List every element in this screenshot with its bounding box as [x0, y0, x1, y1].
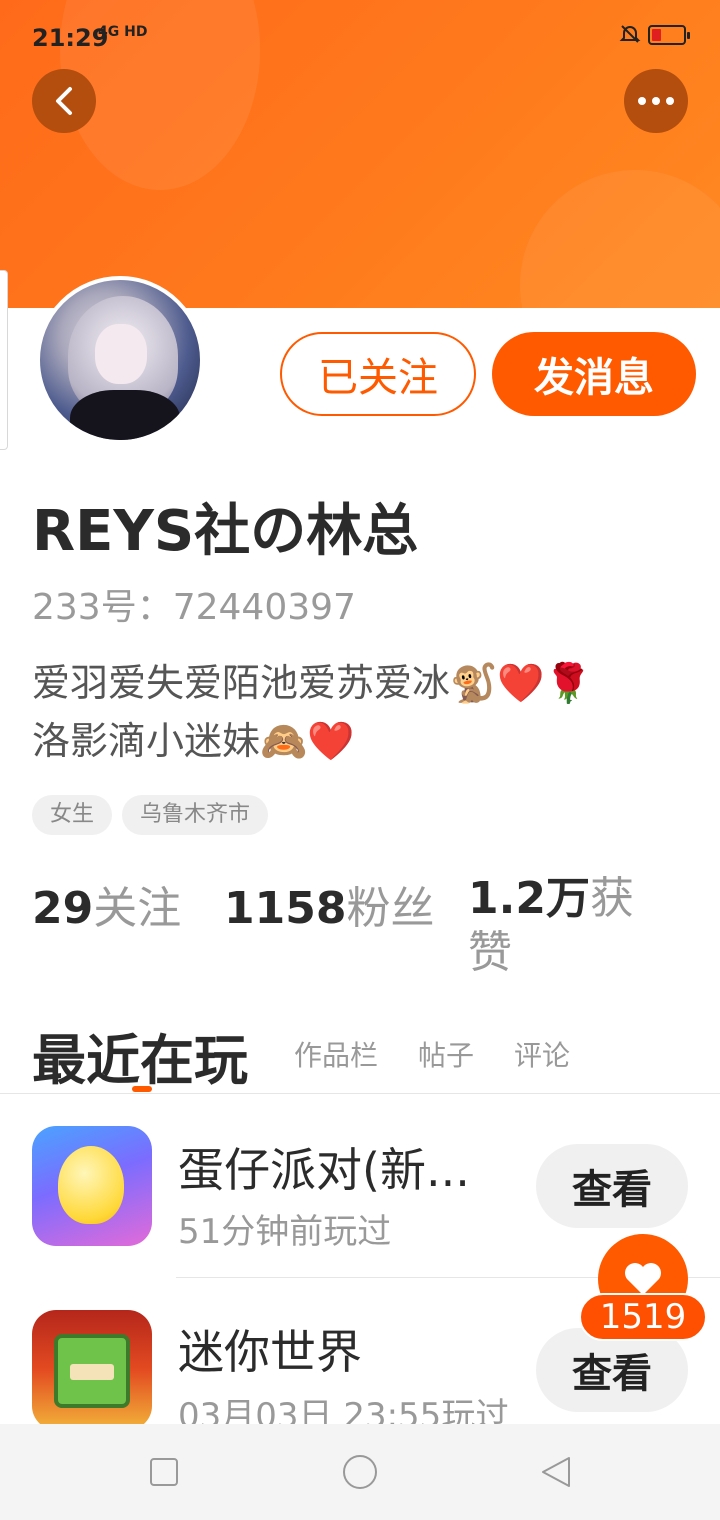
bio-line: 爱羽爱失爱陌池爱苏爱冰🐒❤️🌹 — [32, 661, 592, 705]
bio-line: 洛影滴小迷妹🙈❤️ — [32, 719, 355, 763]
send-message-button[interactable]: 发消息 — [492, 332, 696, 416]
view-button[interactable]: 查看 — [536, 1144, 688, 1228]
tab-works[interactable]: 作品栏 — [294, 1034, 378, 1074]
likes-stat[interactable]: 1.2万获赞 — [468, 872, 638, 980]
square-icon — [150, 1458, 178, 1486]
system-nav-bar — [0, 1424, 720, 1520]
location-tag: 乌鲁木齐市 — [122, 795, 269, 835]
side-pull-tab[interactable] — [0, 270, 8, 450]
circle-icon — [343, 1455, 377, 1489]
network-indicator: 4G HD — [98, 24, 148, 40]
back-nav-button[interactable] — [536, 1452, 576, 1492]
battery-icon — [648, 25, 690, 45]
active-tab-indicator — [132, 1086, 152, 1092]
following-label: 关注 — [93, 883, 182, 934]
likes-count: 1.2万 — [468, 873, 590, 924]
like-count-badge: 1519 — [579, 1293, 707, 1341]
tab-comments[interactable]: 评论 — [514, 1034, 570, 1074]
recent-apps-button[interactable] — [144, 1452, 184, 1492]
mute-bell-icon — [618, 22, 642, 52]
banner-decoration — [520, 170, 720, 308]
profile-stats: 29关注 1158粉丝 1.2万获赞 — [32, 872, 692, 992]
profile-bio: 爱羽爱失爱陌池爱苏爱冰🐒❤️🌹 洛影滴小迷妹🙈❤️ — [32, 654, 692, 770]
following-stat[interactable]: 29关注 — [32, 872, 181, 936]
profile-name: REYS社の林总 — [32, 499, 419, 564]
game-title: 迷你世界 — [178, 1325, 362, 1379]
back-button[interactable] — [32, 69, 96, 133]
more-options-button[interactable] — [624, 69, 688, 133]
status-bar: 21:29 4G HD — [0, 0, 720, 70]
tab-recently-played[interactable]: 最近在玩 — [32, 1016, 248, 1095]
eggy-party-icon — [32, 1126, 152, 1246]
gender-tag: 女生 — [32, 795, 113, 835]
heart-icon — [625, 1263, 661, 1295]
status-time: 21:29 — [32, 24, 109, 52]
chevron-left-icon — [56, 87, 72, 115]
tab-posts[interactable]: 帖子 — [418, 1034, 474, 1074]
followers-label: 粉丝 — [346, 883, 435, 934]
profile-tags: 女生 乌鲁木齐市 — [32, 795, 278, 835]
followed-button[interactable]: 已关注 — [280, 332, 476, 416]
home-button[interactable] — [340, 1452, 380, 1492]
game-title: 蛋仔派对(新... — [178, 1143, 470, 1197]
followers-count: 1158 — [224, 883, 347, 934]
mini-world-icon — [32, 1310, 152, 1430]
followers-stat[interactable]: 1158粉丝 — [224, 872, 434, 936]
game-played-time: 51分钟前玩过 — [178, 1212, 392, 1252]
following-count: 29 — [32, 883, 94, 934]
section-divider — [0, 1093, 720, 1094]
profile-id: 233号：72440397 — [32, 587, 356, 628]
avatar[interactable] — [36, 276, 204, 444]
triangle-back-icon — [542, 1457, 570, 1487]
profile-tabs: 最近在玩 作品栏 帖子 评论 — [32, 1016, 692, 1096]
